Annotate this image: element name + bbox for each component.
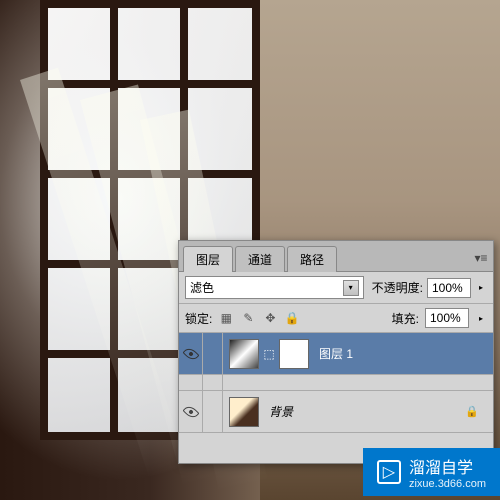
- fill-label: 填充:: [392, 310, 419, 327]
- tab-channels[interactable]: 通道: [235, 246, 285, 272]
- lock-all-icon[interactable]: 🔒: [284, 310, 300, 326]
- link-column[interactable]: [203, 391, 223, 432]
- link-col-spacer: [203, 375, 223, 391]
- lock-fill-row: 锁定: ▦ ✎ ✥ 🔒 填充: 100% ▸: [179, 304, 493, 333]
- panel-tabs: 图层 通道 路径 ▾≡: [179, 241, 493, 272]
- opacity-slider-icon[interactable]: ▸: [475, 283, 487, 292]
- layer-row-background[interactable]: 背景 🔒: [179, 391, 493, 433]
- visibility-col-spacer: [179, 375, 203, 391]
- layer-name[interactable]: 图层 1: [319, 345, 353, 362]
- mask-thumbnail[interactable]: [279, 339, 309, 369]
- lock-icons-group: ▦ ✎ ✥ 🔒: [218, 310, 300, 326]
- lock-position-icon[interactable]: ✥: [262, 310, 278, 326]
- play-icon: ▷: [377, 460, 401, 484]
- blend-opacity-row: 滤色 ▾ 不透明度: 100% ▸: [179, 272, 493, 304]
- visibility-toggle[interactable]: [179, 391, 203, 432]
- layers-list: ⬚ 图层 1 背景 🔒: [179, 333, 493, 463]
- layers-panel: 图层 通道 路径 ▾≡ 滤色 ▾ 不透明度: 100% ▸ 锁定: ▦ ✎ ✥ …: [178, 240, 494, 464]
- layer-thumbnail[interactable]: [229, 339, 259, 369]
- tab-layers[interactable]: 图层: [183, 246, 233, 272]
- tab-paths[interactable]: 路径: [287, 246, 337, 272]
- lock-pixels-icon[interactable]: ✎: [240, 310, 256, 326]
- eye-icon: [182, 345, 199, 362]
- layer-spacer: [179, 375, 493, 391]
- eye-icon: [182, 403, 199, 420]
- panel-menu-icon[interactable]: ▾≡: [473, 245, 489, 271]
- opacity-input[interactable]: 100%: [427, 278, 471, 298]
- layer-name[interactable]: 背景: [269, 403, 293, 420]
- layer-row-1[interactable]: ⬚ 图层 1: [179, 333, 493, 375]
- layer-content: ⬚ 图层 1: [223, 333, 493, 374]
- mask-link-icon[interactable]: ⬚: [265, 350, 273, 358]
- watermark-text: 溜溜自学: [409, 454, 486, 478]
- visibility-toggle[interactable]: [179, 333, 203, 374]
- blend-mode-select[interactable]: 滤色 ▾: [185, 276, 364, 299]
- lock-icon: 🔒: [465, 405, 479, 418]
- opacity-label: 不透明度:: [372, 279, 423, 296]
- layer-thumbnail[interactable]: [229, 397, 259, 427]
- fill-input[interactable]: 100%: [425, 308, 469, 328]
- blend-mode-value: 滤色: [190, 279, 214, 296]
- link-column[interactable]: [203, 333, 223, 374]
- lock-transparency-icon[interactable]: ▦: [218, 310, 234, 326]
- fill-slider-icon[interactable]: ▸: [475, 314, 487, 323]
- lock-label: 锁定:: [185, 310, 212, 327]
- layer-content: 背景 🔒: [223, 391, 493, 432]
- dropdown-arrow-icon: ▾: [343, 280, 359, 296]
- watermark-url: zixue.3d66.com: [409, 478, 486, 490]
- watermark: ▷ 溜溜自学 zixue.3d66.com: [363, 448, 500, 496]
